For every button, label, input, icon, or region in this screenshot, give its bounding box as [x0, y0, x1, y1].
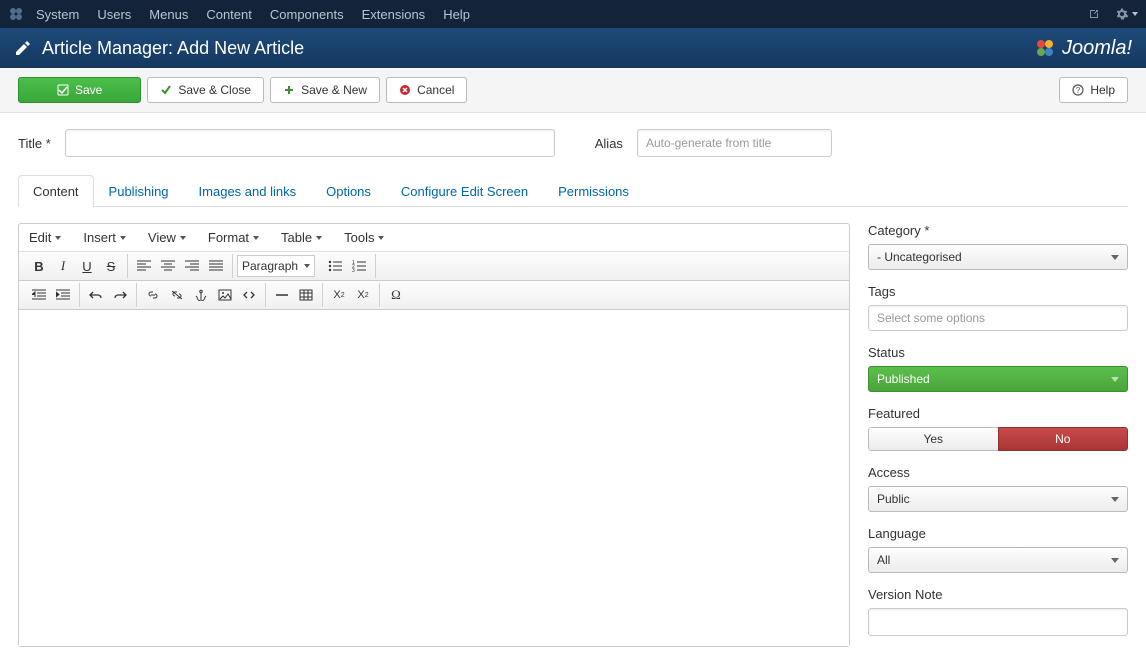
save-close-button[interactable]: Save & Close [147, 77, 264, 103]
image-button[interactable] [213, 284, 237, 306]
article-sidebar: Category * - Uncategorised Tags Select s… [868, 223, 1128, 650]
editor-content-area[interactable] [19, 310, 849, 646]
title-label: Title * [18, 136, 51, 151]
bullet-list-button[interactable] [323, 255, 347, 277]
help-icon: ? [1072, 84, 1084, 96]
editor-toolbar-row2: X2 X2 Ω [19, 281, 849, 310]
gear-icon [1115, 7, 1129, 21]
editor-menu-edit[interactable]: Edit [29, 230, 61, 245]
access-select[interactable]: Public [868, 486, 1128, 512]
plus-icon [283, 84, 295, 96]
cancel-button[interactable]: Cancel [386, 77, 467, 103]
redo-button[interactable] [108, 284, 132, 306]
pencil-icon [14, 39, 32, 57]
subscript-button[interactable]: X2 [327, 284, 351, 306]
topnav-content[interactable]: Content [206, 7, 252, 22]
help-button[interactable]: ? Help [1059, 77, 1128, 103]
link-button[interactable] [141, 284, 165, 306]
topnav-menus[interactable]: Menus [149, 7, 188, 22]
admin-top-nav: System Users Menus Content Components Ex… [0, 0, 1146, 28]
topnav-users[interactable]: Users [97, 7, 131, 22]
check-icon [160, 84, 172, 96]
outdent-button[interactable] [27, 284, 51, 306]
featured-label: Featured [868, 406, 1128, 421]
editor-menu-insert[interactable]: Insert [83, 230, 126, 245]
article-tabs: Content Publishing Images and links Opti… [18, 175, 1128, 207]
superscript-button[interactable]: X2 [351, 284, 375, 306]
indent-button[interactable] [51, 284, 75, 306]
align-left-button[interactable] [132, 255, 156, 277]
anchor-button[interactable] [189, 284, 213, 306]
align-justify-button[interactable] [204, 255, 228, 277]
format-select[interactable]: Paragraph [237, 255, 315, 277]
svg-text:3: 3 [352, 268, 355, 272]
undo-button[interactable] [84, 284, 108, 306]
status-select[interactable]: Published [868, 366, 1128, 392]
save-new-button[interactable]: Save & New [270, 77, 380, 103]
language-label: Language [868, 526, 1128, 541]
title-input[interactable] [65, 129, 555, 157]
external-link-icon[interactable] [1087, 7, 1101, 21]
topnav-components[interactable]: Components [270, 7, 344, 22]
page-title: Article Manager: Add New Article [42, 38, 304, 59]
align-right-button[interactable] [180, 255, 204, 277]
version-note-label: Version Note [868, 587, 1128, 602]
alias-label: Alias [595, 136, 623, 151]
featured-toggle: Yes No [868, 427, 1128, 451]
tab-configure-edit[interactable]: Configure Edit Screen [386, 175, 543, 207]
alias-input[interactable] [637, 129, 832, 157]
topnav-system[interactable]: System [36, 7, 79, 22]
tags-input[interactable]: Select some options [868, 305, 1128, 331]
joomla-logo-icon [1034, 37, 1056, 59]
version-note-input[interactable] [868, 608, 1128, 636]
underline-button[interactable]: U [75, 255, 99, 277]
svg-text:?: ? [1076, 86, 1081, 95]
joomla-brand: Joomla! [1034, 37, 1132, 60]
align-center-button[interactable] [156, 255, 180, 277]
editor-menu-table[interactable]: Table [281, 230, 322, 245]
settings-menu[interactable] [1115, 7, 1138, 21]
featured-no-button[interactable]: No [998, 427, 1129, 451]
featured-yes-button[interactable]: Yes [868, 427, 998, 451]
editor-menu-tools[interactable]: Tools [344, 230, 384, 245]
tab-images-links[interactable]: Images and links [184, 175, 312, 207]
tab-content[interactable]: Content [18, 175, 94, 207]
cancel-icon [399, 84, 411, 96]
number-list-button[interactable]: 123 [347, 255, 371, 277]
page-header: Article Manager: Add New Article Joomla! [0, 28, 1146, 68]
source-code-button[interactable] [237, 284, 261, 306]
italic-button[interactable]: I [51, 255, 75, 277]
category-select[interactable]: - Uncategorised [868, 244, 1128, 270]
access-label: Access [868, 465, 1128, 480]
bold-button[interactable]: B [27, 255, 51, 277]
category-label: Category * [868, 223, 1128, 238]
apply-icon [57, 84, 69, 96]
hr-button[interactable] [270, 284, 294, 306]
language-select[interactable]: All [868, 547, 1128, 573]
action-toolbar: Save Save & Close Save & New Cancel ? He… [0, 68, 1146, 113]
topnav-extensions[interactable]: Extensions [362, 7, 426, 22]
editor-toolbar-row1: B I U S Paragraph 123 [19, 252, 849, 281]
editor-menu-view[interactable]: View [148, 230, 186, 245]
rich-text-editor: Edit Insert View Format Table Tools B I … [18, 223, 850, 647]
tab-permissions[interactable]: Permissions [543, 175, 644, 207]
strikethrough-button[interactable]: S [99, 255, 123, 277]
save-button[interactable]: Save [18, 77, 141, 103]
editor-menubar: Edit Insert View Format Table Tools [19, 224, 849, 252]
tab-publishing[interactable]: Publishing [94, 175, 184, 207]
table-button[interactable] [294, 284, 318, 306]
joomla-mini-logo-icon [8, 6, 24, 22]
tab-options[interactable]: Options [311, 175, 386, 207]
status-label: Status [868, 345, 1128, 360]
topnav-help[interactable]: Help [443, 7, 470, 22]
tags-label: Tags [868, 284, 1128, 299]
special-char-button[interactable]: Ω [384, 284, 408, 306]
unlink-button[interactable] [165, 284, 189, 306]
editor-menu-format[interactable]: Format [208, 230, 259, 245]
